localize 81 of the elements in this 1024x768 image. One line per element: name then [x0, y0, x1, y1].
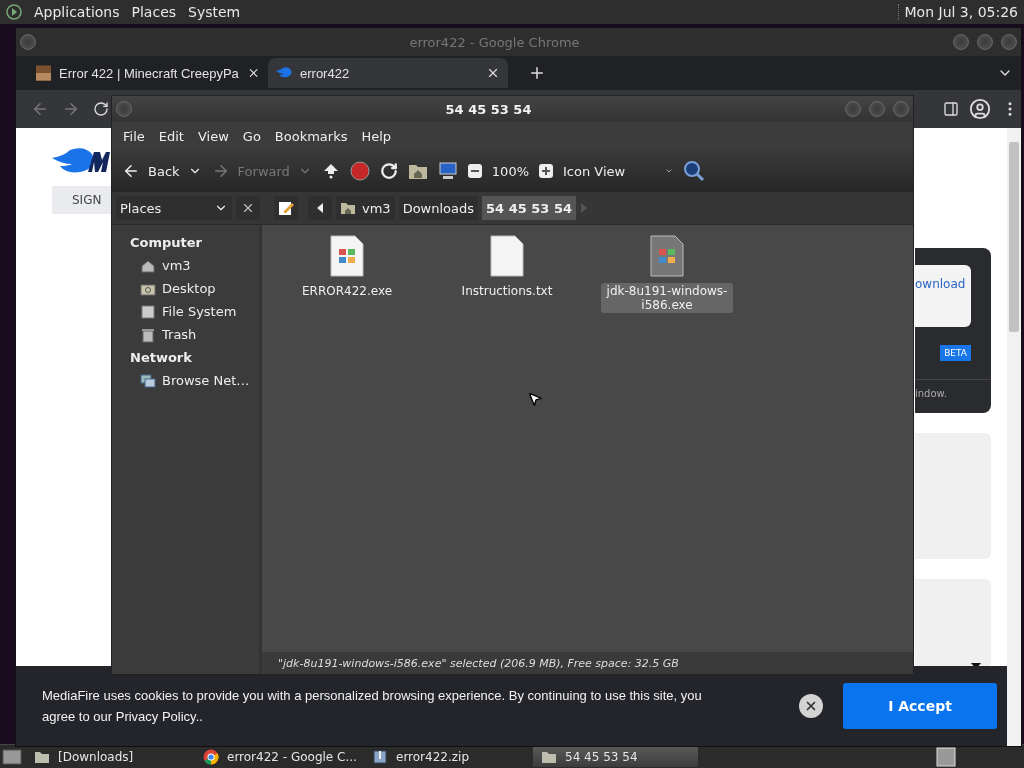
back-button[interactable]: Back: [122, 162, 202, 180]
file-name[interactable]: ERROR422.exe: [297, 283, 396, 299]
browser-icon: [203, 748, 219, 765]
close-icon: [804, 699, 818, 713]
computer-icon[interactable]: [437, 161, 458, 181]
drive-icon: [140, 303, 156, 320]
folder-icon: [541, 749, 557, 764]
taskbar-item[interactable]: 54 45 53 54: [533, 746, 698, 767]
sidebar-item[interactable]: Trash: [130, 323, 259, 346]
card-text: indow.: [915, 387, 949, 399]
reload-icon[interactable]: [379, 162, 398, 180]
sidebar-item[interactable]: Desktop: [130, 277, 259, 300]
view-dropdown[interactable]: Icon View: [563, 163, 673, 179]
close-icon[interactable]: [486, 66, 500, 80]
logo-icon: [6, 4, 22, 20]
path-left-button[interactable]: [308, 196, 332, 220]
stop-icon[interactable]: [349, 161, 370, 181]
edit-icon: [278, 200, 294, 216]
taskbar-item[interactable]: error422 - Google C...: [195, 746, 360, 767]
cookie-text: MediaFire uses cookies to provide you with a personalized browsing experience. By continuing to use this site, you agree to our Privacy Policy..: [42, 687, 703, 726]
path-button[interactable]: 54 45 53 54: [482, 196, 576, 220]
menu-item[interactable]: Go: [235, 128, 268, 144]
window-title: error422 - Google Chrome: [409, 34, 580, 50]
taskbar-item[interactable]: [Downloads]: [26, 746, 191, 767]
panel-menu[interactable]: Applications: [34, 4, 120, 20]
clock: Mon Jul 3, 05:26: [897, 4, 1018, 20]
file-name[interactable]: jdk-8u191-windows-i586.exe: [601, 283, 733, 313]
archive-icon: [372, 748, 388, 765]
taskbar-item[interactable]: error422.zip: [364, 746, 529, 767]
close-sidebar-button[interactable]: [236, 196, 260, 220]
program-file-icon: [329, 235, 365, 277]
beta-badge: BETA: [940, 345, 971, 361]
flame-icon: [276, 67, 292, 79]
cursor-icon: [527, 391, 543, 407]
menu-item[interactable]: Edit: [151, 128, 191, 144]
menu-item[interactable]: Bookmarks: [267, 128, 355, 144]
reload-icon[interactable]: [93, 101, 109, 117]
menu-item[interactable]: Help: [354, 128, 399, 144]
zoom-in-icon[interactable]: [539, 164, 553, 178]
sidebar-heading: Computer: [130, 234, 204, 252]
menu-item[interactable]: File: [116, 128, 152, 144]
blocky-head-icon: [36, 65, 52, 81]
side-panel-icon[interactable]: [943, 101, 959, 117]
sidebar-item[interactable]: vm3: [130, 254, 259, 277]
trash-icon: [140, 326, 156, 343]
home-folder-icon[interactable]: [407, 162, 428, 180]
accept-button[interactable]: I Accept: [843, 683, 997, 729]
path-button[interactable]: Downloads: [398, 196, 479, 220]
text-file-icon: [489, 235, 525, 277]
left-triangle-icon: [316, 203, 324, 213]
browser-tab[interactable]: Error 422 | Minecraft CreepyPa: [28, 58, 268, 88]
panel-menu[interactable]: System: [188, 4, 241, 20]
sidebar-item[interactable]: File System: [130, 300, 259, 323]
new-tab-icon[interactable]: [528, 64, 546, 82]
profile-icon[interactable]: [969, 98, 991, 120]
forward-icon[interactable]: [62, 100, 80, 118]
browser-tab[interactable]: error422: [268, 58, 508, 88]
back-icon[interactable]: [31, 100, 49, 118]
home-folder-icon: [340, 201, 356, 215]
path-button[interactable]: vm3: [336, 196, 395, 220]
show-desktop-icon[interactable]: [2, 747, 22, 766]
file-name[interactable]: Instructions.txt: [457, 283, 557, 299]
flame-logo-icon: [52, 148, 110, 174]
zoom-out-icon[interactable]: [467, 164, 482, 178]
close-icon: [241, 201, 255, 215]
sidebar-item[interactable]: Browse Net…: [130, 369, 259, 392]
places-dropdown[interactable]: Places: [116, 196, 232, 220]
panel-menu[interactable]: Places: [131, 4, 177, 20]
program-file-icon: [649, 235, 685, 277]
edit-location-button[interactable]: [274, 196, 298, 220]
folder-icon: [34, 749, 50, 764]
network-icon: [140, 372, 156, 389]
scrollbar[interactable]: [1007, 128, 1021, 746]
zoom-level: 100%: [491, 163, 529, 179]
status-text: "jdk-8u191-windows-i586.exe" selected (206.9 MB), Free space: 32.5 GB: [278, 656, 679, 670]
search-icon[interactable]: [683, 160, 705, 182]
menu-item[interactable]: View: [190, 128, 236, 144]
window-title: 54 45 53 54: [445, 101, 532, 117]
close-button[interactable]: [799, 694, 823, 718]
sidebar-heading: Network: [130, 349, 193, 367]
workspace-icon[interactable]: [936, 746, 956, 767]
